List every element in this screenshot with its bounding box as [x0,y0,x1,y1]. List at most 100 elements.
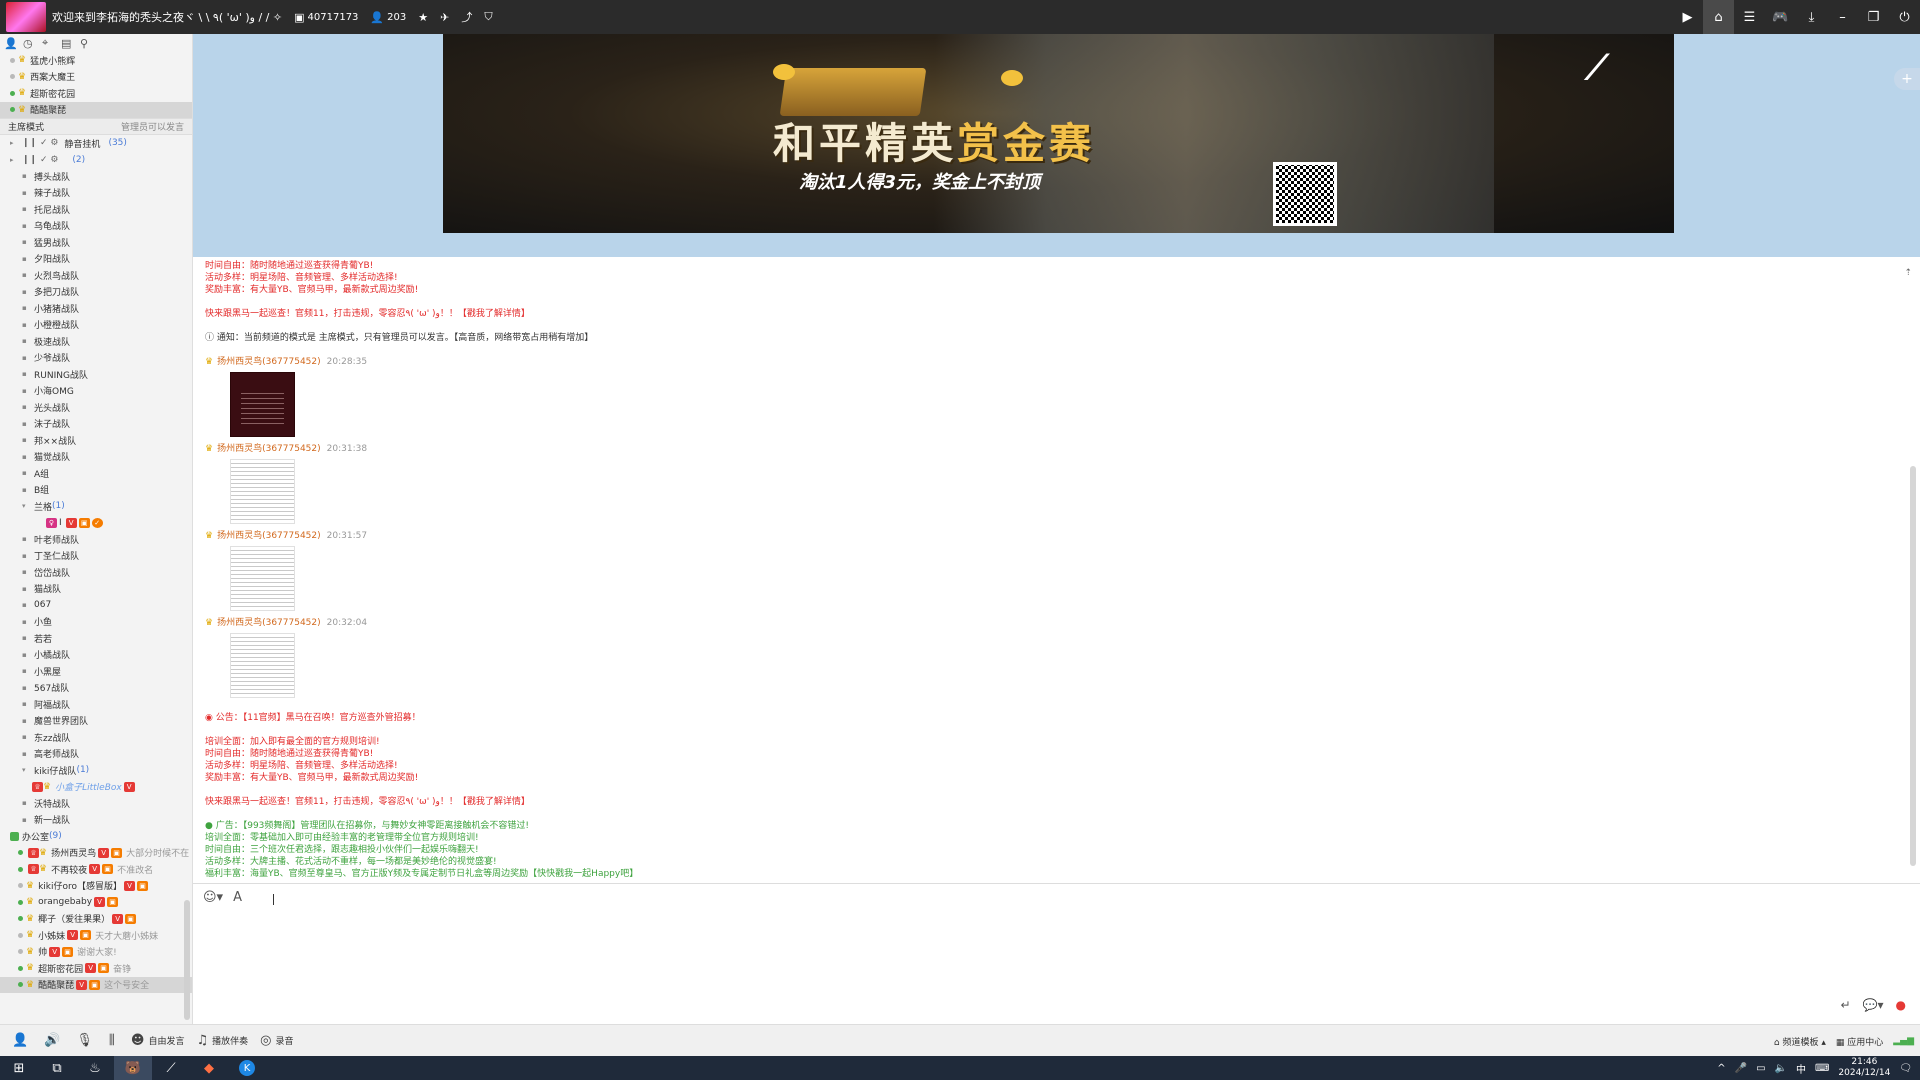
subchannel-row[interactable]: ▪ 魔兽世界团队 [0,713,192,730]
shield-icon[interactable]: ⛉ [484,10,492,24]
notification-icon[interactable]: 🗨 [1899,1063,1912,1074]
top-member-row[interactable]: ♛ 超斯密花园 [0,85,192,102]
recruit-link[interactable]: 快来跟黑马一起巡查！官频11，打击违规，零容忍٩( 'ω' )و！！【戳我了解详… [205,308,1895,320]
channel-header-row[interactable]: ▸ ❙❙ ✓ ⚙ 静音挂机 (35) [0,135,192,152]
list-icon[interactable]: ▤ [61,37,80,50]
expand-icon[interactable]: ▪ [22,717,28,725]
subchannel-row[interactable]: ▪ 叶老师战队 [0,531,192,548]
expand-icon[interactable]: ▪ [22,535,28,543]
subchannel-row[interactable]: ▪ 沫子战队 [0,416,192,433]
self-avatar[interactable]: 👤 [12,1033,32,1048]
expand-icon[interactable]: ▪ [22,420,28,428]
expand-icon[interactable]: ▪ [22,288,28,296]
home-button[interactable]: ⌂ [1703,0,1734,34]
subchannel-row[interactable]: ▪ 067 [0,597,192,614]
emoji-icon[interactable]: ☺▾ [203,890,223,905]
expand-icon[interactable]: ▪ [22,486,28,494]
mic-icon[interactable]: 🎙 [76,1033,97,1048]
sender-name[interactable]: 扬州西灵鸟(367775452) [217,530,321,542]
game-app-icon[interactable]: ◆ [190,1056,228,1080]
subchannel-row[interactable]: ▪ 搏头战队 [0,168,192,185]
expand-icon[interactable]: ▪ [22,403,28,411]
speaker-icon[interactable]: 🔊 [44,1033,64,1048]
app-center-button[interactable]: ▦ 应用中心 [1836,1035,1883,1048]
ime-indicator[interactable]: 中 [1796,1061,1806,1076]
subchannel-row[interactable]: ▾ kiki仔战队 (1) [0,762,192,779]
top-member-row[interactable]: ♛ 西案大魔王 [0,69,192,86]
office-member-row[interactable]: ♕ ♛ 不再较夜 V ▣ 不准改名 [0,861,192,878]
mode-bar[interactable]: 主席模式 管理员可以发言 [0,118,192,135]
clock[interactable]: 21:46 2024/12/14 [1838,1057,1890,1079]
expand-icon[interactable]: ▪ [22,387,28,395]
office-member-row[interactable]: ♛ kiki仔oro【感冒版】 V ▣ [0,878,192,895]
subchannel-row[interactable]: ▪ 极速战队 [0,333,192,350]
free-speak-button[interactable]: ☻ 自由发言 [131,1033,185,1048]
send-enter-icon[interactable]: ↵ [1840,998,1850,1012]
download-button[interactable]: ⤓ [1796,0,1827,34]
expand-icon[interactable]: ▪ [22,667,28,675]
expand-icon[interactable]: ▪ [22,271,28,279]
subchannel-row[interactable]: ▪ 567战队 [0,680,192,697]
office-member-row[interactable]: ♛ 酷酷聚琵 V ▣ 这个号安全 [0,976,192,993]
expand-icon[interactable]: ▪ [22,634,28,642]
subchannel-row[interactable]: ▪ B组 [0,482,192,499]
subchannel-row[interactable]: ▪ 高老师战队 [0,746,192,763]
expand-icon[interactable]: ▪ [22,205,28,213]
subchannel-row[interactable]: ▪ 阿福战队 [0,696,192,713]
office-member-row[interactable]: ♛ 超斯密花园 V ▣ 奋铮 [0,960,192,977]
expand-icon[interactable]: ▪ [22,469,28,477]
event-banner[interactable]: 和平精英赏金赛 淘汰1人得3元，奖金上不封顶 [443,34,1674,233]
keyboard-icon[interactable]: ⌨ [1815,1063,1829,1074]
expand-icon[interactable]: ▪ [22,601,28,609]
minimize-button[interactable]: – [1827,0,1858,34]
expand-icon[interactable]: ▪ [22,255,28,263]
subchannel-row[interactable]: ▪ 猫觉战队 [0,449,192,466]
subchannel-row[interactable]: ▪ 小猪猪战队 [0,300,192,317]
expand-icon[interactable]: ▪ [22,700,28,708]
subchannel-row[interactable]: ▪ 岱岱战队 [0,564,192,581]
chat-scrollbar[interactable] [1910,466,1916,866]
collapse-icon[interactable]: ▸ [10,156,16,164]
subchannel-row[interactable]: ▪ 辣子战队 [0,185,192,202]
expand-icon[interactable]: ▪ [22,568,28,576]
contacts-icon[interactable]: 👤 [4,37,23,50]
start-button[interactable]: ⊞ [0,1056,38,1080]
expand-icon[interactable]: ▪ [22,585,28,593]
channel-member-row[interactable]: ♕ ♛ 小盒子LittleBox V [0,779,192,796]
expand-icon[interactable]: ▪ [22,172,28,180]
message-input-area[interactable]: ☺▾ A ↵ 💬▾ ● [193,883,1920,1024]
subchannel-row[interactable]: ▪ 沃特战队 [0,795,192,812]
subchannel-row[interactable]: ▪ 多把刀战队 [0,284,192,301]
tray-mic-icon[interactable]: 🎤 [1735,1063,1747,1074]
subchannel-row[interactable]: ▪ 小海OMG [0,383,192,400]
subchannel-row[interactable]: ▪ 小黑屋 [0,663,192,680]
tree-scrollbar[interactable] [184,900,190,1020]
k-app-icon[interactable]: K [228,1056,266,1080]
subchannel-row[interactable]: ▪ 少爷战队 [0,350,192,367]
subchannel-row[interactable]: ▪ A组 [0,465,192,482]
image-thumbnail[interactable] [230,546,295,611]
collapse-icon[interactable]: ▾ [22,502,28,510]
expand-icon[interactable]: ▪ [22,453,28,461]
history-icon[interactable]: ◷ [23,37,42,50]
expand-icon[interactable]: ▪ [22,816,28,824]
subchannel-row[interactable]: ▪ 新一战队 [0,812,192,829]
gamepad-button[interactable]: 🎮 [1765,0,1796,34]
expand-icon[interactable]: ▪ [22,238,28,246]
expand-icon[interactable]: ▪ [22,370,28,378]
add-panel-button[interactable]: + [1894,68,1920,90]
subchannel-row[interactable]: ▪ 火烈鸟战队 [0,267,192,284]
expand-icon[interactable]: ▪ [22,618,28,626]
subchannel-row[interactable]: ▪ 邦××战队 [0,432,192,449]
record-dot-icon[interactable]: ● [1896,998,1906,1012]
expand-icon[interactable]: ▪ [22,321,28,329]
app-logo-task-icon[interactable]: ⟋ [152,1056,190,1080]
subchannel-row[interactable]: ▪ 若若 [0,630,192,647]
expand-icon[interactable]: ▪ [22,337,28,345]
yy-app-icon[interactable]: 🐻 [114,1056,152,1080]
subchannel-row[interactable]: ▪ 乌龟战队 [0,218,192,235]
video-button[interactable]: ▶ [1672,0,1703,34]
equalizer-icon[interactable]: ⫼ [109,1033,119,1048]
mode-label[interactable]: 主席模式 [8,120,44,133]
expand-icon[interactable]: ▪ [22,304,28,312]
